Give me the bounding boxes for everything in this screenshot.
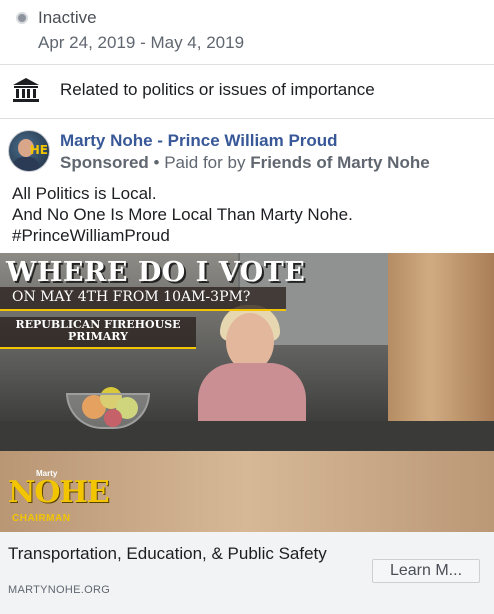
status-row: Inactive xyxy=(16,8,97,28)
link-domain: MARTYNOHE.ORG xyxy=(8,584,111,596)
ad-date-range: Apr 24, 2019 - May 4, 2019 xyxy=(38,33,245,52)
link-title[interactable]: Transportation, Education, & Public Safe… xyxy=(8,544,338,563)
politics-category-label: Related to politics or issues of importa… xyxy=(60,80,375,99)
body-line: And No One Is More Local Than Marty Nohe… xyxy=(12,205,353,224)
nohe-logo: Marty NOHE CHAIRMAN xyxy=(6,469,110,527)
learn-more-button[interactable]: Learn M... xyxy=(372,559,480,583)
government-building-icon xyxy=(13,78,39,102)
headline: WHERE DO I VOTE xyxy=(6,257,306,288)
countertop xyxy=(0,421,494,451)
ad-header: HE Marty Nohe - Prince William Proud Spo… xyxy=(8,130,430,174)
body-line: All Politics is Local. xyxy=(12,184,157,203)
paid-for-prefix: Paid for by xyxy=(164,153,251,172)
divider xyxy=(0,64,494,65)
page-avatar[interactable]: HE xyxy=(8,130,50,172)
divider xyxy=(0,118,494,119)
primary-label: REPUBLICAN FIREHOUSE PRIMARY xyxy=(0,319,196,343)
sponsored-line: Sponsored • Paid for by Friends of Marty… xyxy=(60,152,430,174)
logo-sub-text: CHAIRMAN xyxy=(12,513,71,524)
status-label: Inactive xyxy=(38,8,97,27)
avatar-logo-mark: HE xyxy=(29,143,48,157)
page-name-link[interactable]: Marty Nohe - Prince William Proud xyxy=(60,130,430,152)
subhead: ON MAY 4TH FROM 10AM-3PM? xyxy=(12,289,251,305)
logo-main-text: NOHE xyxy=(8,475,110,510)
paid-for-by: Friends of Marty Nohe xyxy=(250,153,430,172)
yellow-rule xyxy=(0,347,196,349)
body-line: #PrinceWilliamProud xyxy=(12,226,170,245)
separator: • xyxy=(148,153,165,172)
link-preview[interactable]: Transportation, Education, & Public Safe… xyxy=(0,532,494,614)
ad-image[interactable]: WHERE DO I VOTE ON MAY 4TH FROM 10AM-3PM… xyxy=(0,253,494,532)
ad-meta: Marty Nohe - Prince William Proud Sponso… xyxy=(60,130,430,174)
politics-category-row: Related to politics or issues of importa… xyxy=(12,77,375,103)
yellow-rule xyxy=(0,309,286,311)
avatar-body xyxy=(13,157,39,171)
sponsored-label: Sponsored xyxy=(60,153,149,172)
ad-body-text: All Politics is Local. And No One Is Mor… xyxy=(12,183,353,246)
primary-line: PRIMARY xyxy=(68,330,128,343)
inactive-status-icon xyxy=(16,12,28,24)
